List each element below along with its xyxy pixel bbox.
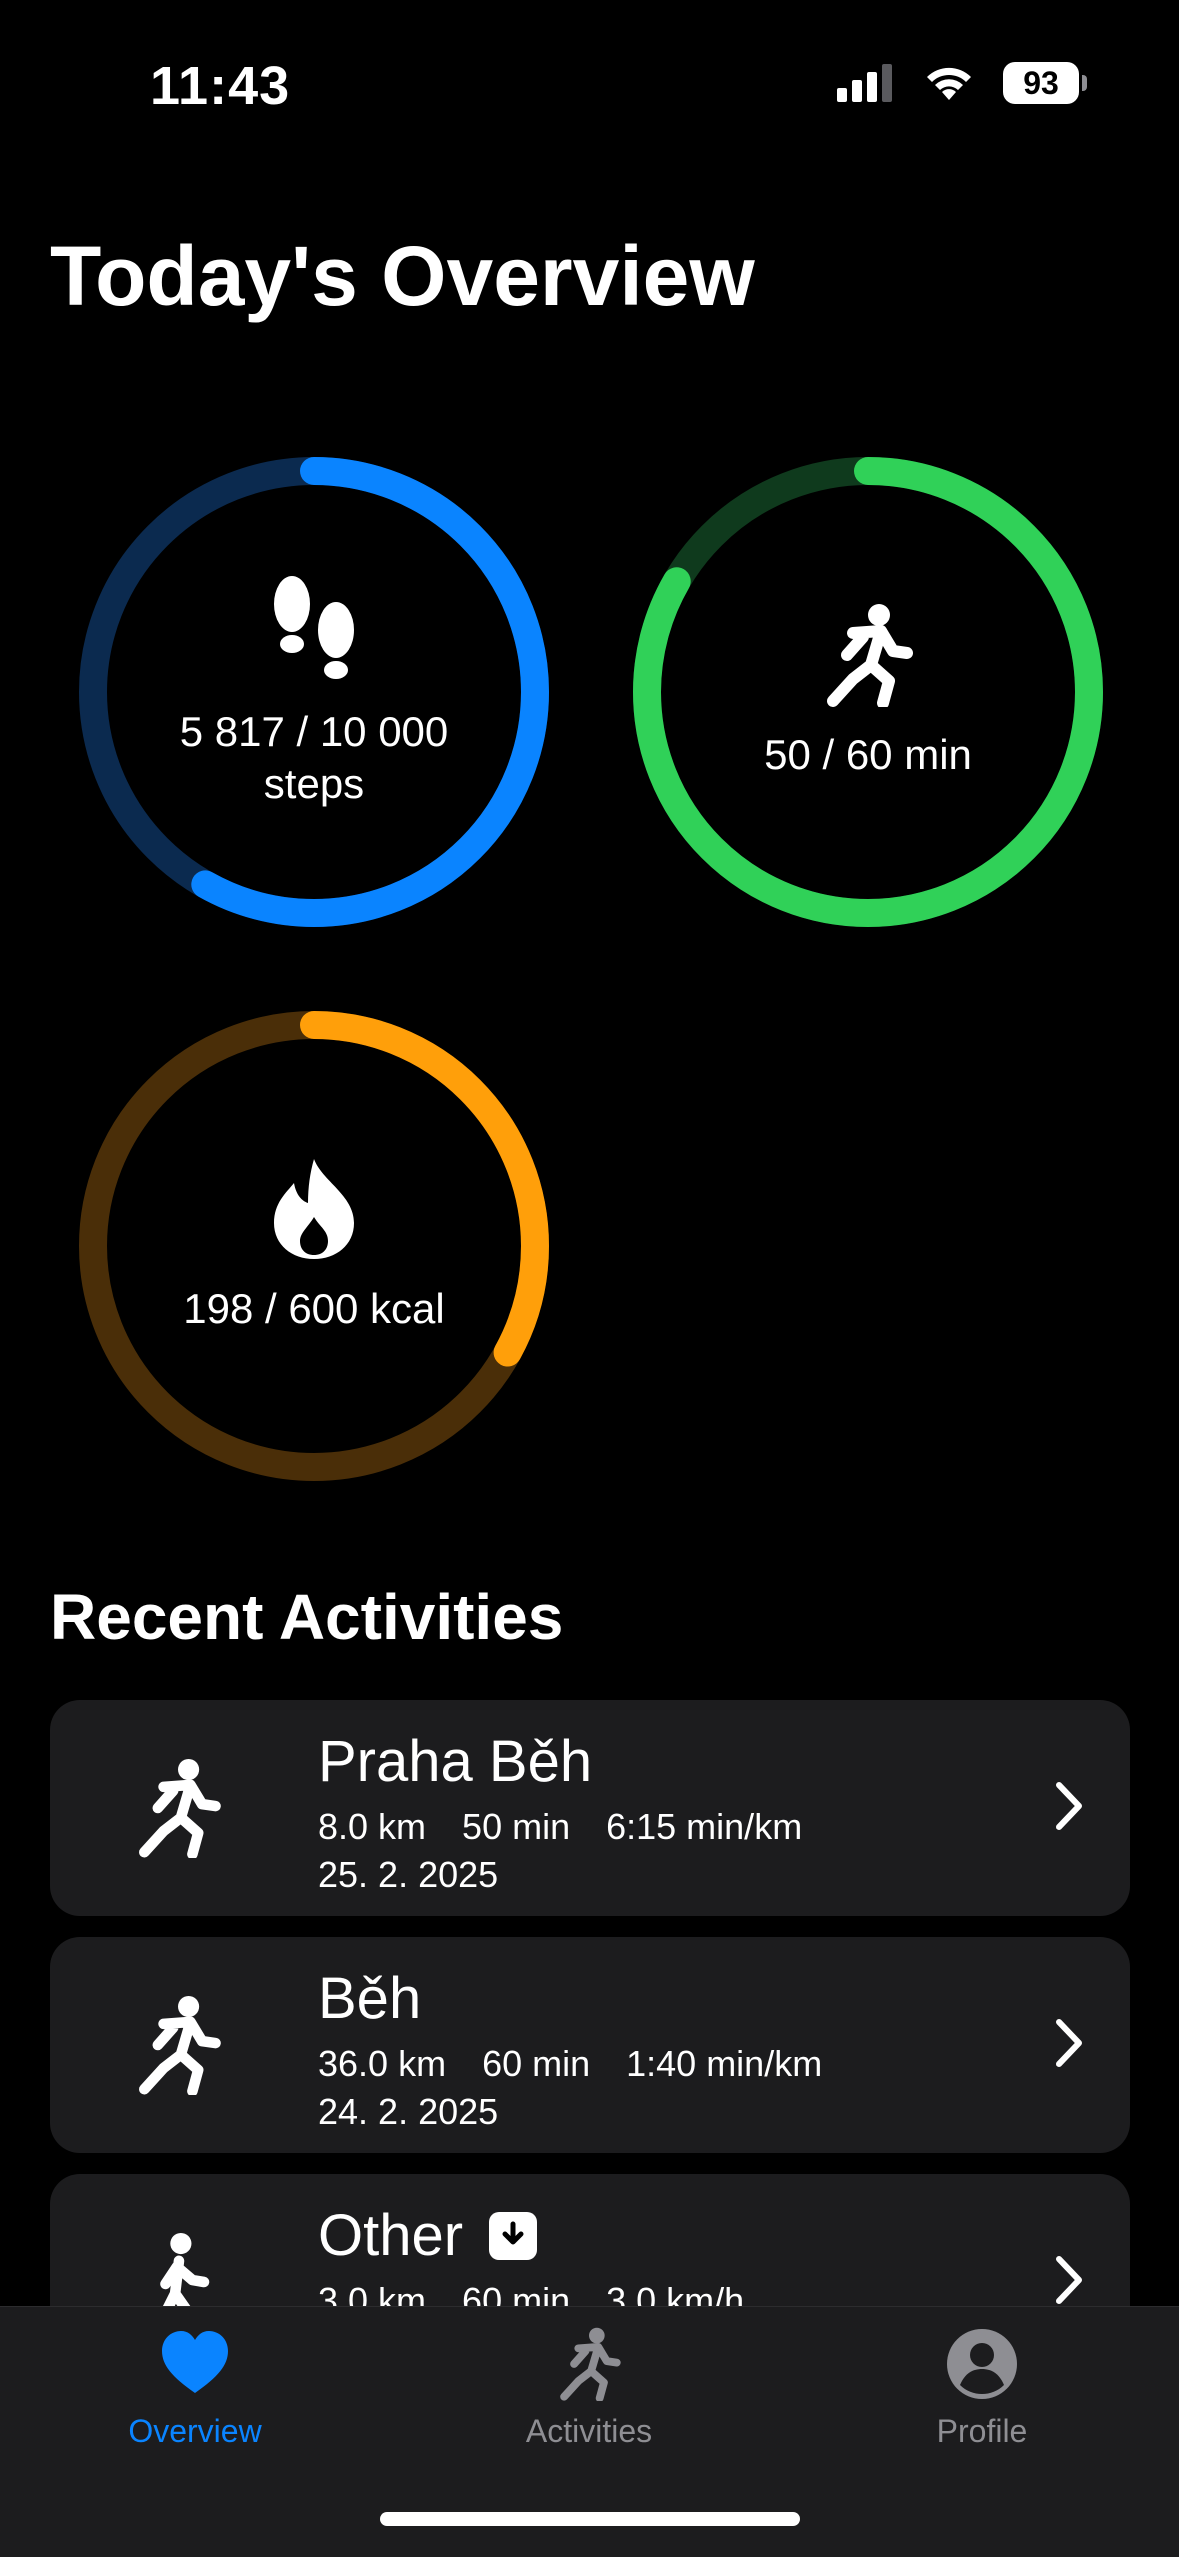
activity-title: Praha Běh [318,1728,592,1795]
status-icons: 93 [837,62,1087,104]
heart-icon [162,2331,228,2393]
wifi-icon [927,67,971,100]
activity-date: 24. 2. 2025 [318,2091,499,2132]
page-title: Today's Overview [50,229,755,323]
tab-profile[interactable]: Profile [832,2327,1132,2450]
activity-duration: 60 min [482,2043,591,2084]
activity-title: Other [318,2202,538,2269]
calories-ring-content: 198 / 600 kcal [78,1010,550,1482]
tab-overview-label: Overview [128,2413,262,2449]
chevron-right-icon [1056,1782,1082,1830]
activity-card[interactable]: Praha Běh 8.0 km 50 min 6:15 min/km 25. … [50,1700,1130,1916]
steps-ring-unit: steps [263,760,365,807]
chevron-right-icon [1056,2256,1082,2304]
flame-icon [274,1159,354,1259]
tab-profile-label: Profile [936,2413,1028,2449]
activity-stats: 36.0 km 60 min 1:40 min/km [318,2043,822,2085]
person-circle-icon [947,2329,1017,2399]
activity-title-text: Other [318,2203,464,2268]
activity-date: 25. 2. 2025 [318,1854,499,1895]
steps-ring-value: 5 817 / 10 000 [179,708,449,755]
download-icon [489,2211,538,2260]
home-indicator [380,2512,800,2526]
battery-cap [1082,75,1087,91]
tab-overview[interactable]: Overview [45,2327,345,2450]
running-figure-icon [827,604,913,707]
calories-ring-value: 198 / 600 kcal [183,1285,445,1332]
exercise-ring[interactable]: 50 / 60 min [632,456,1104,928]
footprints-icon [274,576,354,679]
steps-ring[interactable]: 5 817 / 10 000 steps [78,456,550,928]
exercise-ring-content: 50 / 60 min [632,456,1104,928]
calories-ring[interactable]: 198 / 600 kcal [78,1010,550,1482]
activity-distance: 36.0 km [318,2043,447,2084]
activity-pace: 1:40 min/km [626,2043,823,2084]
activity-title-text: Praha Běh [318,1729,593,1794]
tab-activities-label: Activities [525,2413,653,2449]
recent-activities-title: Recent Activities [50,1581,564,1653]
activity-pace: 6:15 min/km [606,1806,803,1847]
battery-indicator: 93 [1003,62,1087,104]
running-figure-icon [139,1758,221,1858]
steps-ring-content: 5 817 / 10 000 steps [78,456,550,928]
cellular-signal-icon [837,64,892,102]
activity-title-text: Běh [318,1966,422,2031]
activity-distance: 8.0 km [318,1806,427,1847]
status-bar: 11:43 93 [0,0,1179,170]
exercise-ring-value: 50 / 60 min [764,731,972,778]
tab-activities[interactable]: Activities [439,2327,739,2450]
activity-stats: 8.0 km 50 min 6:15 min/km [318,1806,802,1848]
running-figure-icon [139,1995,221,2095]
battery-level: 93 [1023,64,1059,101]
activity-card[interactable]: Běh 36.0 km 60 min 1:40 min/km 24. 2. 20… [50,1937,1130,2153]
activity-title: Běh [318,1965,421,2032]
activity-duration: 50 min [462,1806,571,1847]
running-figure-icon [560,2327,621,2401]
status-time: 11:43 [150,56,291,116]
chevron-right-icon [1056,2019,1082,2067]
